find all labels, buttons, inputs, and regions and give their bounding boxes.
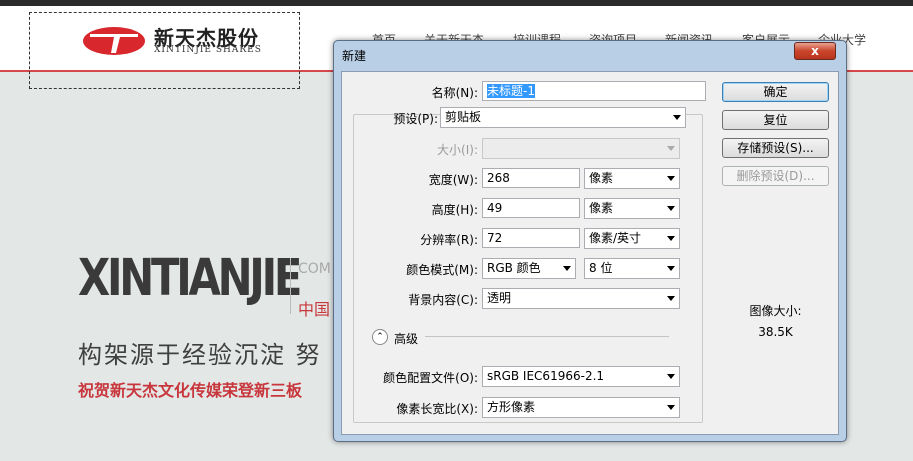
chevron-down-icon (667, 374, 675, 379)
pixel-aspect-select[interactable]: 方形像素 (482, 397, 680, 418)
advanced-divider (425, 336, 669, 337)
color-mode-value: RGB 颜色 (487, 261, 541, 275)
logo-mark-icon (83, 27, 145, 55)
pixel-aspect-label: 像素长宽比(X): (396, 402, 478, 416)
logo-text-en: XINTINJIE SHARES (154, 45, 262, 55)
hero-cn-text: 中国 (298, 300, 331, 319)
ok-button[interactable]: 确定 (722, 82, 829, 102)
chevron-down-icon (667, 236, 675, 241)
height-unit-select[interactable]: 像素 (584, 198, 680, 219)
resolution-unit-select[interactable]: 像素/英寸 (584, 228, 680, 249)
preset-label: 预设(P): (393, 112, 438, 126)
resolution-label: 分辨率(R): (420, 233, 478, 247)
reset-button[interactable]: 复位 (722, 110, 829, 130)
color-profile-select[interactable]: sRGB IEC61966-2.1 (482, 366, 680, 387)
resolution-input[interactable]: 72 (482, 228, 580, 248)
chevron-down-icon (667, 206, 675, 211)
width-input[interactable]: 268 (482, 168, 580, 188)
name-input[interactable]: 未标题-1 (482, 81, 706, 101)
preset-select[interactable]: 剪贴板 (440, 107, 686, 128)
background-label: 背景内容(C): (408, 293, 478, 307)
preset-select-value: 剪贴板 (445, 110, 482, 124)
background-value: 透明 (487, 291, 512, 305)
hero-title: XINTIANJIE (78, 249, 302, 308)
close-button[interactable]: x (794, 42, 836, 60)
advanced-label[interactable]: 高级 (394, 330, 418, 347)
size-select (482, 138, 680, 159)
hero-divider (290, 258, 291, 314)
chevron-down-icon (667, 146, 675, 151)
hero-slogan: 构架源于经验沉淀 努 (78, 341, 322, 369)
collapse-icon[interactable]: ⌃ (372, 329, 388, 345)
chevron-down-icon (667, 296, 675, 301)
size-label: 大小(I): (437, 143, 478, 157)
name-label: 名称(N): (431, 86, 478, 100)
chevron-down-icon (673, 115, 681, 120)
width-unit-select[interactable]: 像素 (584, 168, 680, 189)
pixel-aspect-value: 方形像素 (487, 400, 536, 414)
height-unit-value: 像素 (589, 201, 614, 215)
color-mode-label: 颜色模式(M): (406, 263, 478, 277)
color-mode-select[interactable]: RGB 颜色 (482, 258, 576, 279)
resolution-unit-value: 像素/英寸 (589, 231, 642, 245)
color-profile-label: 颜色配置文件(O): (383, 371, 478, 385)
save-preset-button[interactable]: 存储预设(S)... (722, 138, 829, 158)
chevron-down-icon (667, 405, 675, 410)
height-input[interactable]: 49 (482, 198, 580, 218)
delete-preset-button: 删除预设(D)... (722, 166, 829, 186)
hero-com-text: COM (298, 261, 331, 277)
color-profile-value: sRGB IEC61966-2.1 (487, 369, 605, 383)
bit-depth-value: 8 位 (589, 261, 613, 275)
name-input-value: 未标题-1 (487, 84, 535, 98)
width-label: 宽度(W): (428, 173, 478, 187)
chevron-down-icon (667, 266, 675, 271)
dialog-title: 新建 (342, 49, 367, 63)
image-size-value: 38.5K (758, 325, 793, 339)
bit-depth-select[interactable]: 8 位 (584, 258, 680, 279)
chevron-down-icon (667, 176, 675, 181)
chevron-down-icon (563, 266, 571, 271)
background-select[interactable]: 透明 (482, 288, 680, 309)
image-size-label: 图像大小: (749, 304, 802, 318)
hero-announcement: 祝贺新天杰文化传媒荣登新三板 (78, 381, 303, 400)
width-unit-value: 像素 (589, 171, 614, 185)
height-label: 高度(H): (431, 203, 478, 217)
